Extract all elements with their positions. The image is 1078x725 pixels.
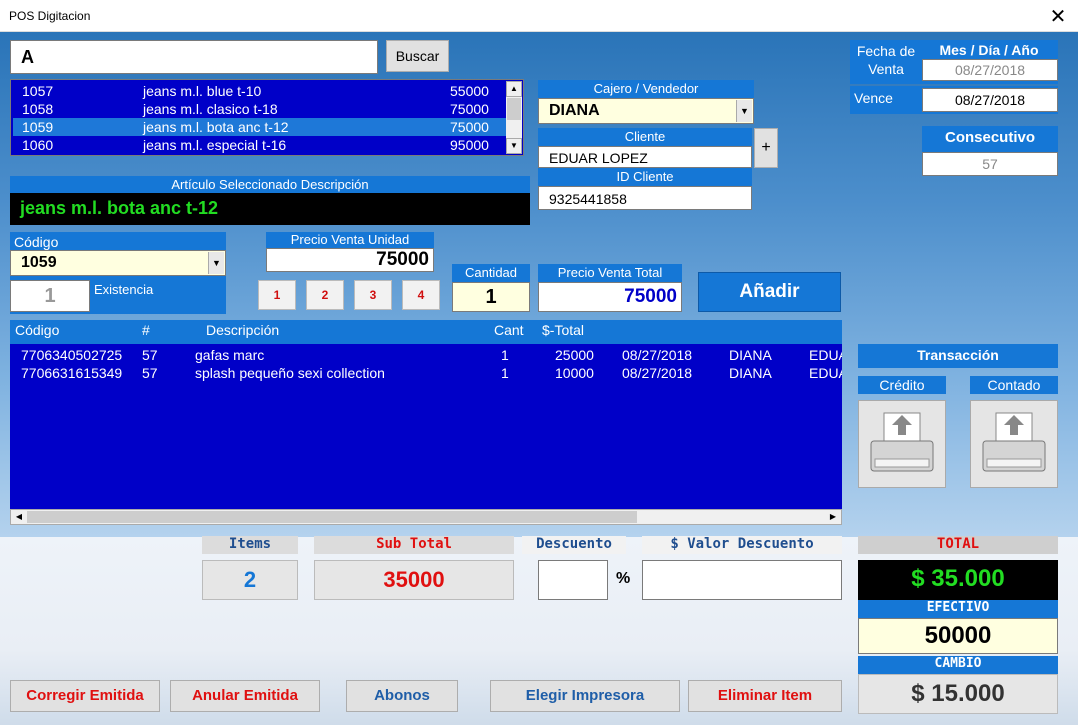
- qty-1-button[interactable]: 1: [258, 280, 296, 310]
- list-item[interactable]: 1060 jeans m.l. especial t-16 95000: [13, 136, 506, 154]
- anadir-button[interactable]: Añadir: [698, 272, 841, 312]
- window-title: POS Digitacion: [9, 9, 91, 23]
- percent-symbol: %: [616, 570, 631, 587]
- cajero-value: DIANA: [549, 102, 600, 119]
- efectivo-label: EFECTIVO: [858, 600, 1058, 618]
- cajero-label: Cajero / Vendedor: [538, 80, 754, 98]
- contado-print-button[interactable]: [970, 400, 1058, 488]
- precio-total-field: 75000: [538, 282, 682, 312]
- items-label: Items: [202, 536, 298, 554]
- vence-label: Vence: [854, 90, 893, 106]
- existencia-field: 1: [10, 280, 90, 312]
- id-cliente-field[interactable]: 9325441858: [538, 186, 752, 210]
- precio-unidad-label: Precio Venta Unidad: [266, 232, 434, 248]
- efectivo-field[interactable]: 50000: [858, 618, 1058, 654]
- list-item[interactable]: 1057 jeans m.l. blue t-10 55000: [13, 82, 506, 100]
- total-value: $ 35.000: [858, 560, 1058, 600]
- table-row[interactable]: 7706340502725 57 gafas marc 1 25000 08/2…: [10, 347, 842, 365]
- col-total: $-Total: [542, 322, 585, 338]
- precio-total-label: Precio Venta Total: [538, 264, 682, 282]
- search-input[interactable]: A: [10, 40, 378, 74]
- total-label: TOTAL: [858, 536, 1058, 554]
- cambio-value: $ 15.000: [858, 674, 1058, 714]
- articulo-label: Artículo Seleccionado Descripción: [10, 176, 530, 193]
- codigo-label: Código: [14, 234, 59, 250]
- subtotal-value: 35000: [314, 560, 514, 600]
- printer-icon: [982, 412, 1046, 472]
- cantidad-label: Cantidad: [452, 264, 530, 282]
- descuento-field[interactable]: [538, 560, 608, 600]
- scroll-thumb[interactable]: [27, 511, 637, 523]
- add-cliente-button[interactable]: +: [754, 128, 778, 168]
- close-icon[interactable]: ✕: [1046, 4, 1070, 29]
- scroll-right-icon[interactable]: ▶: [825, 510, 841, 524]
- eliminar-item-button[interactable]: Eliminar Item: [688, 680, 842, 712]
- valor-descuento-label: $ Valor Descuento: [642, 536, 842, 554]
- list-scrollbar[interactable]: ▲ ▼: [506, 81, 522, 154]
- cambio-label: CAMBIO: [858, 656, 1058, 674]
- col-num: #: [142, 322, 150, 338]
- abonos-button[interactable]: Abonos: [346, 680, 458, 712]
- list-item-selected[interactable]: 1059 jeans m.l. bota anc t-12 75000: [13, 118, 506, 136]
- fecha-format: Mes / Día / Año: [939, 42, 1039, 58]
- grid-header: Código # Descripción Cant $-Total: [10, 320, 842, 344]
- credito-print-button[interactable]: [858, 400, 946, 488]
- qty-4-button[interactable]: 4: [402, 280, 440, 310]
- table-row[interactable]: 7706631615349 57 splash pequeño sexi col…: [10, 365, 842, 383]
- codigo-select[interactable]: 1059 ▼: [10, 250, 226, 276]
- consecutivo-label: Consecutivo: [922, 126, 1058, 152]
- scroll-up-icon[interactable]: ▲: [506, 81, 522, 97]
- buscar-button[interactable]: Buscar: [386, 40, 449, 72]
- contado-label: Contado: [970, 376, 1058, 394]
- existencia-label: Existencia: [94, 282, 154, 297]
- col-descripcion: Descripción: [206, 322, 280, 338]
- scroll-down-icon[interactable]: ▼: [506, 138, 522, 154]
- title-bar: POS Digitacion ✕: [0, 0, 1078, 32]
- transaccion-label: Transacción: [858, 344, 1058, 368]
- codigo-value: 1059: [21, 254, 57, 271]
- cantidad-field[interactable]: 1: [452, 282, 530, 312]
- col-cant: Cant: [494, 322, 524, 338]
- items-grid[interactable]: 7706340502725 57 gafas marc 1 25000 08/2…: [10, 344, 842, 509]
- product-list[interactable]: 1057 jeans m.l. blue t-10 55000 1058 jeans …: [10, 79, 524, 156]
- descuento-label: Descuento: [522, 536, 626, 554]
- corregir-emitida-button[interactable]: Corregir Emitida: [10, 680, 160, 712]
- vence-field[interactable]: 08/27/2018: [922, 88, 1058, 112]
- printer-icon: [870, 412, 934, 472]
- qty-2-button[interactable]: 2: [306, 280, 344, 310]
- col-codigo: Código: [15, 322, 60, 338]
- grid-hscrollbar[interactable]: ◀ ▶: [10, 509, 842, 525]
- cajero-select[interactable]: DIANA ▼: [538, 98, 754, 124]
- fecha-label: Fecha de Venta: [856, 43, 916, 77]
- elegir-impresora-button[interactable]: Elegir Impresora: [490, 680, 680, 712]
- articulo-descripcion: jeans m.l. bota anc t-12: [10, 193, 530, 225]
- scroll-thumb[interactable]: [507, 98, 521, 120]
- credito-label: Crédito: [858, 376, 946, 394]
- qty-3-button[interactable]: 3: [354, 280, 392, 310]
- precio-unidad-field[interactable]: 75000: [266, 248, 434, 272]
- valor-descuento-field[interactable]: [642, 560, 842, 600]
- cliente-field[interactable]: EDUAR LOPEZ: [538, 146, 752, 168]
- fecha-venta-field[interactable]: 08/27/2018: [922, 59, 1058, 81]
- cliente-label: Cliente: [538, 128, 752, 146]
- scroll-left-icon[interactable]: ◀: [11, 510, 27, 524]
- chevron-down-icon[interactable]: ▼: [208, 252, 224, 274]
- id-cliente-label: ID Cliente: [538, 168, 752, 186]
- chevron-down-icon[interactable]: ▼: [736, 100, 752, 122]
- subtotal-label: Sub Total: [314, 536, 514, 554]
- consecutivo-field: 57: [922, 152, 1058, 176]
- items-count: 2: [202, 560, 298, 600]
- anular-emitida-button[interactable]: Anular Emitida: [170, 680, 320, 712]
- list-item[interactable]: 1058 jeans m.l. clasico t-18 75000: [13, 100, 506, 118]
